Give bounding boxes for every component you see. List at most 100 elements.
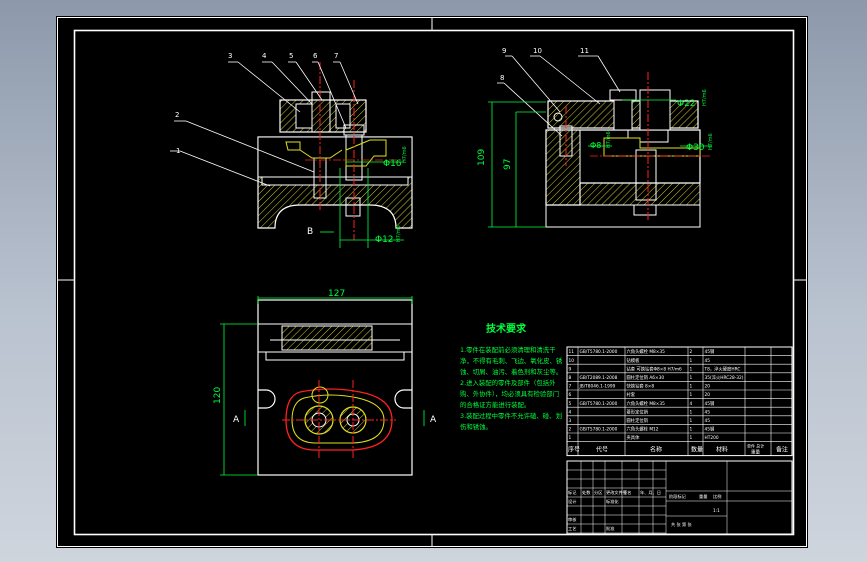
bom-cell: 衬套 xyxy=(627,391,636,398)
tb-scale-value: 1:1 xyxy=(713,508,720,513)
bom-cell: 2 xyxy=(569,427,572,433)
screw-shank xyxy=(613,99,633,131)
bom-cell: GB/T5780.1-2000 xyxy=(580,349,618,355)
part-label-4: 4 xyxy=(262,52,267,60)
bom-cell: 10 xyxy=(569,358,575,364)
clamp-bore-2 xyxy=(335,103,351,129)
tb-stage-label: 阶段标记 xyxy=(669,493,687,500)
note-line: 1.零件在装配前必须清理和清洗干 xyxy=(460,345,556,354)
part-label-11: 11 xyxy=(580,47,589,55)
bom-cell: 20 xyxy=(705,392,711,398)
note-line: 蚀、切屑、油污、着色剂和灰尘等。 xyxy=(460,367,562,376)
part-label-6: 6 xyxy=(313,52,318,60)
dim-bore-d16: Φ16 xyxy=(383,159,402,169)
bom-cell: 11 xyxy=(569,349,575,355)
bom-cell: 4 xyxy=(690,401,693,407)
bom-cell: 20 xyxy=(705,384,711,390)
bom-cell: 六角头螺栓 M8×35 xyxy=(627,400,666,407)
section-a-right-label: A xyxy=(430,415,437,425)
bom-cell: GB/T2089.1-2008 xyxy=(580,375,618,381)
bom-cell: 1 xyxy=(690,427,693,433)
bom-cell: 六角头螺栓 M12 xyxy=(627,426,659,433)
side-body-base xyxy=(579,182,701,206)
part-label-5: 5 xyxy=(289,52,293,60)
bom-cell: JB/T8046.1-1999 xyxy=(579,384,616,390)
tb-scale-label: 比例 xyxy=(713,493,721,500)
bom-cell: 圆柱定位销 xyxy=(627,417,649,424)
bom-cell: 菱形定位销 xyxy=(627,408,649,415)
bom-cell: 45 xyxy=(705,418,711,424)
dim-bore-d12-fit: H7/m6 xyxy=(396,225,402,242)
bom-cell: 45钢 xyxy=(705,348,715,355)
part-label-10: 10 xyxy=(533,47,542,55)
notes-title: 技术要求 xyxy=(486,322,527,335)
bom-cell: 1 xyxy=(690,418,693,424)
bom-cell: 1 xyxy=(690,358,693,364)
bom-cell: 1 xyxy=(690,375,693,381)
bom-cell: 9 xyxy=(569,366,572,372)
bom-cell: 六角头螺栓 M8×35 xyxy=(627,348,666,355)
dim-bore-d30: Φ30 xyxy=(686,143,705,153)
bom-cell: GB/T5780.1-2000 xyxy=(580,427,618,433)
bom-header-cell: 材料 xyxy=(716,446,728,454)
bom-cell: 2 xyxy=(690,349,693,355)
bom-cell: 7 xyxy=(569,384,572,390)
bom-header-cell: 备注 xyxy=(776,446,788,454)
bom-cell: 钻套 可换钻套Φ8×8 H7/m6 xyxy=(627,365,683,372)
part-label-2: 2 xyxy=(175,111,179,119)
dim-bore-d8-fit: H7/m6 xyxy=(606,131,612,148)
part-label-1: 1 xyxy=(176,147,180,155)
dim-width-top: 127 xyxy=(328,289,345,299)
part-label-3: 3 xyxy=(228,52,232,60)
tb-weight-label: 重量 xyxy=(699,493,707,500)
plan-plate-hatch xyxy=(281,325,373,351)
bom-cell: 1 xyxy=(690,435,693,441)
section-a-left-label: A xyxy=(233,415,240,425)
tb-row1-cell: 分区 xyxy=(594,489,602,496)
bom-cell: 6 xyxy=(569,392,572,398)
bom-cell: GB/T5780.1-2000 xyxy=(580,401,618,407)
tb-row4-cell: 批准 xyxy=(606,525,614,532)
bom-cell: 8 xyxy=(569,375,572,381)
bom-cell: 1 xyxy=(569,435,572,441)
dim-bore-d30-fit: H7/m6 xyxy=(708,133,714,150)
bom-cell: 1 xyxy=(690,366,693,372)
dim-bore-d22: Φ22 xyxy=(677,99,696,109)
bom-row: 7 JB/T8046.1-1999 快换钻套 8×8 1 20 xyxy=(569,383,711,390)
dim-bore-d22-fit: H7/m6 xyxy=(702,89,708,106)
bom-header-cell: 序号 xyxy=(568,446,580,454)
dim-bore-d8: Φ8 xyxy=(590,141,601,150)
dim-height-inner: 97 xyxy=(503,159,513,170)
bom-header-weight: 单件 总计 xyxy=(747,443,764,449)
tb-row4-cell: 工艺 xyxy=(568,526,576,531)
bom-cell: 5 xyxy=(569,401,572,407)
bom-cell: 45 xyxy=(705,409,711,415)
note-line: 购、外协件），均必须具有检验部门 xyxy=(460,389,559,398)
part-label-7: 7 xyxy=(334,52,338,60)
bushing xyxy=(639,89,671,131)
bom-cell: 45 xyxy=(705,358,711,364)
tb-row3-cell: 审核 xyxy=(568,516,577,523)
note-line: 伤和锈蚀。 xyxy=(460,422,492,431)
dim-height-plan: 120 xyxy=(213,387,223,404)
bom-header-cell: 代号 xyxy=(596,446,608,454)
bom-cell: 1 xyxy=(690,392,693,398)
cad-viewport: 技术要求 1.零件在装配前必须清理和清洗干 净，不得有毛刺、飞边、氧化皮、锈 蚀、切… xyxy=(0,0,867,562)
tb-row1-cell: 标记 xyxy=(568,489,577,496)
side-body-left xyxy=(545,129,581,206)
bom-cell: 35(淬火HRC28-32) xyxy=(705,374,744,381)
drawing-sheet[interactable]: 技术要求 1.零件在装配前必须清理和清洗干净，不得有毛刺、飞边、氧化皮、锈蚀、切… xyxy=(0,0,867,562)
dim-height-total: 109 xyxy=(477,149,487,166)
tb-row1-cell: 签名 xyxy=(623,489,631,496)
bom-cell: 快换钻套 8×8 xyxy=(627,383,655,390)
note-line: 3.装配过程中零件不允许磕、碰、划 xyxy=(460,411,562,420)
tb-row1-cell: 处数 xyxy=(582,489,591,496)
bom-cell: T8，淬火硬度HRC xyxy=(704,365,741,372)
bom-cell: 45钢 xyxy=(705,400,715,407)
note-line: 净，不得有毛刺、飞边、氧化皮、锈 xyxy=(460,356,563,365)
dim-bore-d16-fit: H7/m6 xyxy=(402,146,408,163)
tb-row2-cell: 设计 xyxy=(568,498,576,505)
bom-cell: 钻模板 xyxy=(627,357,641,364)
body-slot xyxy=(261,176,409,186)
clamp-block xyxy=(279,99,367,133)
